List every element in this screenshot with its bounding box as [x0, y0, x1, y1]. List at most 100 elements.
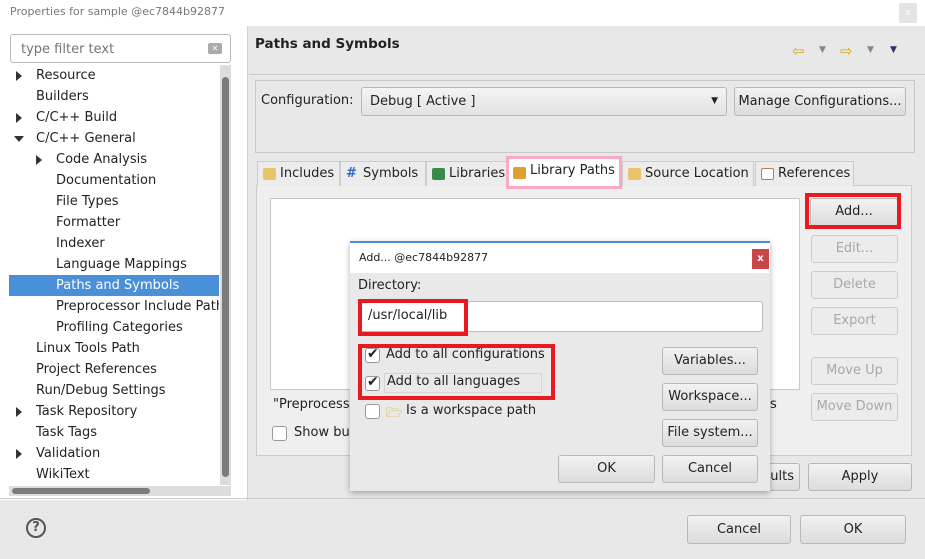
preprocessor-note-tail: s [770, 397, 777, 412]
directory-highlight [358, 299, 468, 336]
tree-item[interactable]: Builders [9, 86, 219, 107]
tree-item-label: Indexer [56, 236, 105, 251]
tree-item-label: Profiling Categories [56, 320, 183, 335]
references-icon [761, 168, 774, 180]
tree-item-label: Run/Debug Settings [36, 383, 166, 398]
tab-label: Includes [280, 166, 335, 181]
tree-item[interactable]: Resource [9, 65, 219, 86]
apply-button[interactable]: Apply [808, 463, 912, 491]
workspace-button[interactable]: Workspace... [662, 383, 758, 411]
tree-item[interactable]: Run/Debug Settings [9, 380, 219, 401]
includes-icon [263, 168, 276, 180]
expand-arrow-icon[interactable] [36, 155, 42, 165]
view-menu-icon[interactable]: ▼ [890, 45, 897, 55]
export-button[interactable]: Export [811, 307, 898, 335]
window-close-button[interactable]: x [899, 3, 917, 23]
show-builtin-checkbox[interactable] [272, 426, 287, 441]
forward-menu-icon[interactable]: ▼ [867, 45, 874, 55]
ok-button[interactable]: OK [800, 515, 906, 544]
tree-item[interactable]: Indexer [9, 233, 219, 254]
tab-references[interactable]: References [755, 161, 854, 186]
back-menu-icon[interactable]: ▼ [819, 45, 826, 55]
tree-item-label: Language Mappings [56, 257, 187, 272]
workspace-path-checkbox[interactable] [365, 404, 380, 419]
edit-button[interactable]: Edit... [811, 235, 898, 263]
delete-button[interactable]: Delete [811, 271, 898, 299]
tab-label: References [778, 166, 851, 181]
tree-item-label: Task Tags [36, 425, 97, 440]
tree-item[interactable]: Task Tags [9, 422, 219, 443]
file-system-button[interactable]: File system... [662, 419, 758, 447]
folder-icon: 🗁 [386, 406, 403, 421]
configuration-value: Debug [ Active ] [370, 94, 476, 109]
tab-symbols[interactable]: # Symbols [340, 161, 426, 186]
tree-item-label: Code Analysis [56, 152, 147, 167]
move-down-button[interactable]: Move Down [811, 393, 898, 421]
expand-arrow-icon[interactable] [16, 71, 22, 81]
folder-source-icon [628, 168, 641, 180]
chevron-down-icon: ▼ [711, 96, 718, 106]
tab-libraries[interactable]: Libraries [426, 161, 507, 186]
tree-item[interactable]: Formatter [9, 212, 219, 233]
tree-item-label: Builders [36, 89, 89, 104]
back-arrow-icon[interactable]: ⇦ [792, 42, 805, 60]
variables-button[interactable]: Variables... [662, 347, 758, 375]
tree-item[interactable]: C/C++ General [9, 128, 219, 149]
tree-item-label: Paths and Symbols [56, 278, 180, 293]
tree-item[interactable]: Profiling Categories [9, 317, 219, 338]
dialog-cancel-button[interactable]: Cancel [662, 455, 758, 483]
expand-arrow-icon[interactable] [16, 449, 22, 459]
tree-item-label: Preprocessor Include Paths [56, 299, 219, 314]
help-icon[interactable]: ? [26, 518, 46, 538]
tree-item[interactable]: WikiText [9, 464, 219, 485]
expand-arrow-icon[interactable] [16, 407, 22, 417]
configuration-select[interactable]: Debug [ Active ] ▼ [361, 87, 727, 116]
tree-item[interactable]: Preprocessor Include Paths [9, 296, 219, 317]
tree-item-label: Linux Tools Path [36, 341, 140, 356]
preprocessor-note: "Preprocesso [273, 397, 358, 412]
collapse-arrow-icon[interactable] [14, 136, 24, 142]
tree-item-label: WikiText [36, 467, 90, 482]
tree-item-label: Documentation [56, 173, 157, 188]
tree-horizontal-scrollbar[interactable] [9, 486, 231, 496]
dialog-title-bar: Add... @ec7844b92877 x [350, 243, 770, 273]
tree-item[interactable]: Task Repository [9, 401, 219, 422]
directory-label: Directory: [358, 278, 422, 293]
dialog-ok-button[interactable]: OK [558, 455, 655, 483]
tab-includes[interactable]: Includes [257, 161, 340, 186]
tree-item[interactable]: File Types [9, 191, 219, 212]
tree-item-label: Formatter [56, 215, 121, 230]
workspace-path-label: Is a workspace path [406, 403, 537, 418]
page-title: Paths and Symbols [255, 36, 400, 52]
checkbox-highlight [358, 344, 555, 400]
manage-configurations-button[interactable]: Manage Configurations... [734, 87, 906, 116]
filter-input[interactable] [19, 41, 199, 58]
forward-arrow-icon[interactable]: ⇨ [840, 42, 853, 60]
tree-item[interactable]: Project References [9, 359, 219, 380]
dialog-close-button[interactable]: x [752, 249, 769, 269]
hash-icon: # [346, 166, 357, 181]
tree-item-label: C/C++ Build [36, 110, 118, 125]
tree-item[interactable]: Validation [9, 443, 219, 464]
move-up-button[interactable]: Move Up [811, 357, 898, 385]
expand-arrow-icon[interactable] [16, 113, 22, 123]
tab-highlight [506, 156, 622, 189]
tree-item[interactable]: Linux Tools Path [9, 338, 219, 359]
add-highlight [805, 193, 901, 229]
header-divider [249, 74, 925, 75]
show-builtin-label: Show bui [294, 425, 354, 440]
window-title: Properties for sample @ec7844b92877 [10, 5, 225, 18]
clear-filter-icon[interactable]: ✕ [208, 43, 222, 54]
tree-item[interactable]: Documentation [9, 170, 219, 191]
tree-item[interactable]: C/C++ Build [9, 107, 219, 128]
add-directory-dialog: Add... @ec7844b92877 x Directory: /usr/l… [350, 241, 770, 491]
tree-vertical-scrollbar[interactable] [220, 65, 231, 485]
cancel-button[interactable]: Cancel [687, 515, 791, 544]
tree-item[interactable]: Paths and Symbols [9, 275, 219, 296]
tree-item[interactable]: Language Mappings [9, 254, 219, 275]
tree-item[interactable]: Code Analysis [9, 149, 219, 170]
tab-label: Source Location [645, 166, 749, 181]
tree-item-label: C/C++ General [36, 131, 136, 146]
filter-field[interactable]: ✕ [10, 34, 231, 63]
tab-source-location[interactable]: Source Location [622, 161, 754, 186]
